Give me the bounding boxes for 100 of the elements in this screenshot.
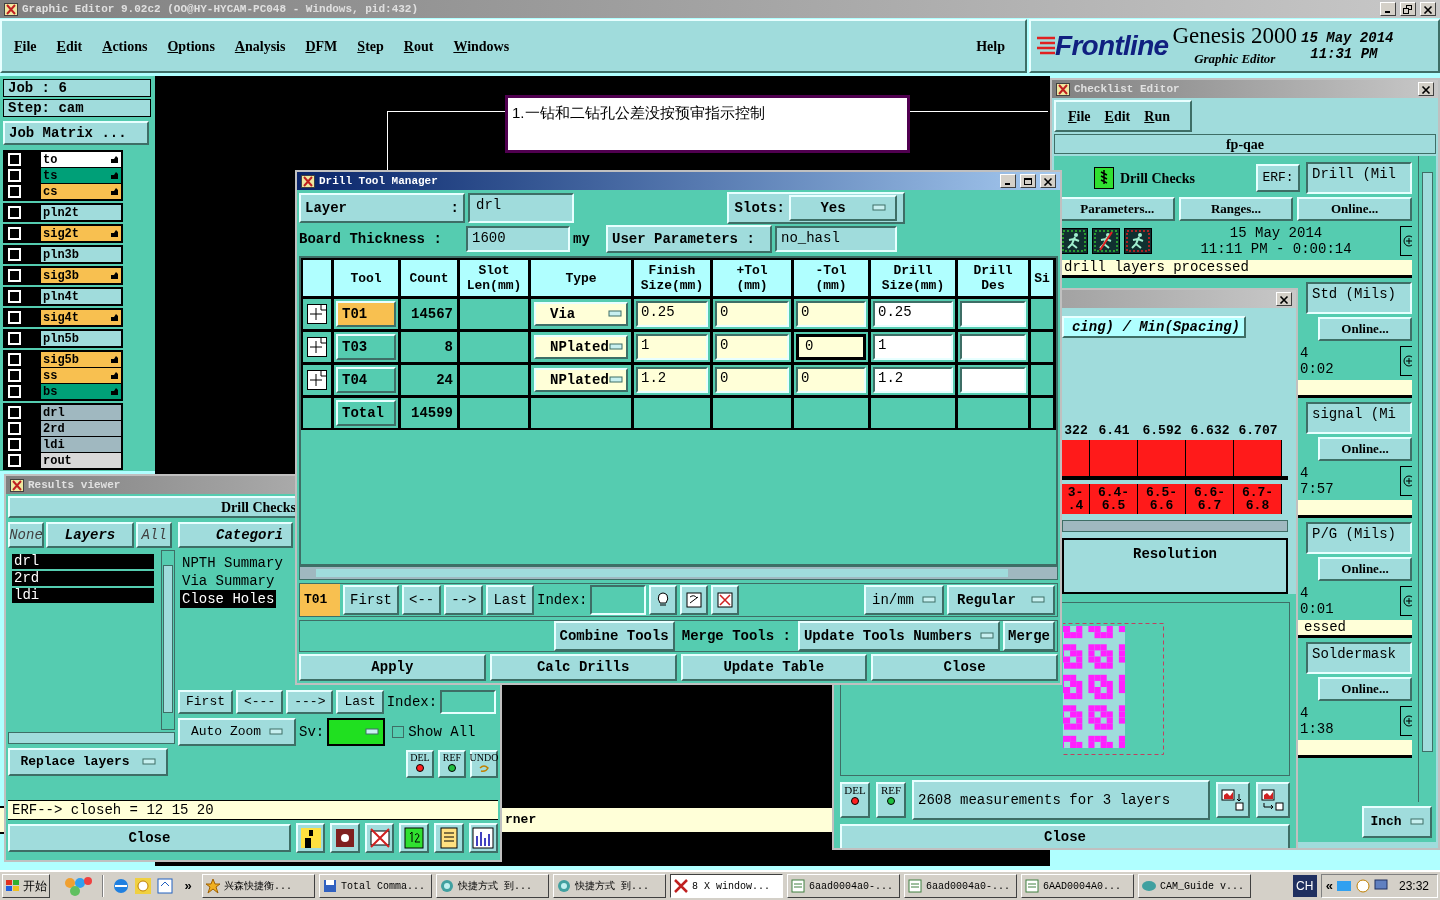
menu-item[interactable]: Edit xyxy=(56,35,83,57)
units-dropdown[interactable]: Inch xyxy=(1362,806,1432,838)
units-dropdown[interactable]: in/mm xyxy=(864,585,944,615)
thickness-field[interactable]: 1600 xyxy=(466,226,570,252)
layer-item[interactable]: sig4t xyxy=(41,310,121,325)
list-item[interactable]: NPTH Summary xyxy=(180,554,285,572)
undo-button[interactable]: UNDO xyxy=(470,750,498,778)
drill-des-field[interactable] xyxy=(960,334,1026,360)
taskbar-button[interactable]: 8 X window... xyxy=(670,874,783,898)
erf-field[interactable]: P/G (Mils) xyxy=(1306,522,1412,554)
check-button[interactable]: Online... xyxy=(1318,557,1412,581)
erf-field[interactable]: Std (Mils) xyxy=(1306,282,1412,314)
taskbar-button[interactable]: CAM_Guide v... xyxy=(1138,874,1251,898)
plus-tol-field[interactable]: 0 xyxy=(715,334,789,360)
apply-button[interactable]: Apply xyxy=(299,654,486,681)
layer-item[interactable]: pln5b xyxy=(41,331,121,346)
finish-size-field[interactable]: 1.2 xyxy=(636,367,708,393)
list-item[interactable]: Close Holes xyxy=(180,590,277,608)
slots-dropdown[interactable]: Yes xyxy=(789,195,897,221)
layer-field[interactable]: drl xyxy=(468,193,574,223)
check-button[interactable]: Online... xyxy=(1318,677,1412,701)
layer-item[interactable]: rout xyxy=(41,453,121,468)
taskbar-button[interactable]: 6aad0004a0-... xyxy=(904,874,1017,898)
language-indicator[interactable]: CH xyxy=(1292,875,1317,897)
replace-layers-dropdown[interactable]: Replace layers xyxy=(8,748,168,776)
close-button[interactable] xyxy=(1040,174,1056,188)
layer-item[interactable]: sig2t xyxy=(41,226,121,241)
mode-dropdown[interactable]: Regular xyxy=(947,585,1055,615)
taskbar-button[interactable]: 快捷方式 到... xyxy=(553,874,666,898)
layer-item[interactable]: pln2t xyxy=(41,205,121,220)
show-all-checkbox[interactable]: Show All xyxy=(392,721,476,743)
close-button[interactable] xyxy=(1418,82,1434,96)
restore-button[interactable] xyxy=(1400,2,1416,16)
menu-item[interactable]: Options xyxy=(167,35,215,57)
tab[interactable]: All xyxy=(136,522,172,548)
menu-item[interactable]: File xyxy=(1068,105,1091,127)
menu-item[interactable]: Analysis xyxy=(234,35,286,57)
menu-item[interactable]: Actions xyxy=(102,35,148,57)
tray-chevron[interactable]: « xyxy=(1325,876,1333,896)
nav-button[interactable]: Last xyxy=(336,690,384,714)
drill-size-field[interactable]: 0.25 xyxy=(873,301,953,327)
user-parameters-field[interactable]: no_hasl xyxy=(775,226,897,252)
minus-tol-field[interactable]: 0 xyxy=(796,301,866,327)
check-button[interactable]: Online... xyxy=(1297,197,1412,221)
icon-button[interactable] xyxy=(711,585,740,615)
layer-item[interactable]: pln4t xyxy=(41,289,121,304)
vertical-scrollbar[interactable] xyxy=(161,550,175,730)
horizontal-scrollbar[interactable] xyxy=(1062,520,1288,532)
total-button[interactable]: Total xyxy=(336,400,396,426)
minimize-button[interactable] xyxy=(1000,174,1016,188)
maximize-button[interactable] xyxy=(1020,174,1036,188)
layer-item[interactable]: pln3b xyxy=(41,247,121,262)
taskbar-button[interactable]: 6AAD0004A0... xyxy=(1021,874,1134,898)
drill-size-field[interactable]: 1.2 xyxy=(873,367,953,393)
menu-item[interactable]: Rout xyxy=(403,35,434,57)
drill-des-field[interactable] xyxy=(960,301,1026,327)
vertical-scrollbar[interactable] xyxy=(1418,156,1436,802)
close-button[interactable]: Close xyxy=(871,654,1058,681)
job-matrix-button[interactable]: Job Matrix ... xyxy=(3,121,149,145)
taskbar-button[interactable]: 快捷方式 到... xyxy=(436,874,549,898)
finish-size-field[interactable]: 1 xyxy=(636,334,708,360)
close-button[interactable] xyxy=(1420,2,1436,16)
list-item[interactable]: ldi xyxy=(12,588,154,603)
menu-item[interactable]: Edit xyxy=(1104,105,1131,127)
minimize-button[interactable] xyxy=(1380,2,1396,16)
tab[interactable]: None xyxy=(8,522,44,548)
taskbar-button[interactable]: 兴森快捷衡... xyxy=(202,874,315,898)
icon-button[interactable] xyxy=(680,585,709,615)
severity-dropdown[interactable] xyxy=(327,718,386,746)
drill-size-field[interactable]: 1 xyxy=(873,334,953,360)
merge-button[interactable]: Merge xyxy=(1003,621,1055,651)
tool-button[interactable]: T04 xyxy=(336,367,396,393)
nav-button[interactable]: ---> xyxy=(286,690,334,714)
minus-tol-field[interactable]: 0 xyxy=(796,367,866,393)
import-chart-button[interactable] xyxy=(1256,782,1290,818)
close-button[interactable] xyxy=(1276,292,1292,306)
nav-button[interactable]: First xyxy=(343,585,399,615)
finish-size-field[interactable]: 0.25 xyxy=(636,301,708,327)
layer-item[interactable]: bs xyxy=(41,384,121,399)
erf-field[interactable]: Drill (Mil xyxy=(1306,162,1412,194)
list-item[interactable]: 2rd xyxy=(12,571,154,586)
nav-button[interactable]: First xyxy=(178,690,233,714)
taskbar-button[interactable]: 6aad0004a0-... xyxy=(787,874,900,898)
help-menu[interactable]: Help xyxy=(976,35,1005,57)
delete-button[interactable]: DEL xyxy=(840,782,870,818)
layer-button[interactable]: Layer : xyxy=(299,193,465,223)
tab[interactable]: Layers xyxy=(46,522,134,548)
merge-mode-dropdown[interactable]: Update Tools Numbers xyxy=(797,621,1000,651)
minus-tol-field[interactable]: 0 xyxy=(796,334,866,360)
layer-item[interactable]: drl xyxy=(41,405,121,420)
check-button[interactable]: Ranges... xyxy=(1178,197,1294,221)
drill-des-field[interactable] xyxy=(960,367,1026,393)
layer-item[interactable]: ldi xyxy=(41,437,121,452)
column-header[interactable]: Categori xyxy=(178,522,293,548)
layer-item[interactable]: ts xyxy=(41,168,121,183)
list-item[interactable]: Via Summary xyxy=(180,572,277,590)
reference-button[interactable]: REF xyxy=(438,750,466,778)
tool-button[interactable]: T01 xyxy=(336,301,396,327)
layer-item[interactable]: to xyxy=(41,152,121,167)
layer-item[interactable]: sig5b xyxy=(41,352,121,367)
